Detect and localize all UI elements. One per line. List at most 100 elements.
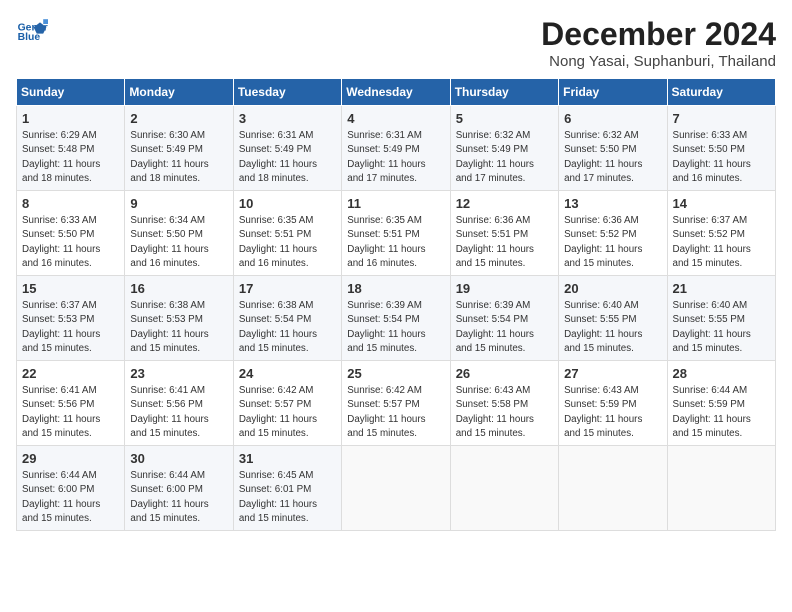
day-info: Sunrise: 6:32 AM Sunset: 5:50 PM Dayligh… <box>564 129 661 186</box>
day-info: Sunrise: 6:36 AM Sunset: 5:52 PM Dayligh… <box>564 214 661 271</box>
day-number: 14 <box>673 195 770 213</box>
calendar-week-row: 22Sunrise: 6:41 AM Sunset: 5:56 PM Dayli… <box>17 361 776 446</box>
calendar-cell: 25Sunrise: 6:42 AM Sunset: 5:57 PM Dayli… <box>342 361 450 446</box>
day-info: Sunrise: 6:40 AM Sunset: 5:55 PM Dayligh… <box>564 299 661 356</box>
calendar-cell <box>667 446 775 531</box>
calendar-week-row: 1Sunrise: 6:29 AM Sunset: 5:48 PM Daylig… <box>17 106 776 191</box>
calendar-cell: 1Sunrise: 6:29 AM Sunset: 5:48 PM Daylig… <box>17 106 125 191</box>
day-number: 21 <box>673 280 770 298</box>
day-info: Sunrise: 6:45 AM Sunset: 6:01 PM Dayligh… <box>239 469 336 526</box>
location-subtitle: Nong Yasai, Suphanburi, Thailand <box>541 53 776 70</box>
day-info: Sunrise: 6:42 AM Sunset: 5:57 PM Dayligh… <box>239 384 336 441</box>
day-number: 18 <box>347 280 444 298</box>
day-of-week-header: Friday <box>559 79 667 106</box>
day-of-week-header: Tuesday <box>233 79 341 106</box>
day-number: 17 <box>239 280 336 298</box>
calendar-cell: 21Sunrise: 6:40 AM Sunset: 5:55 PM Dayli… <box>667 276 775 361</box>
calendar-cell <box>342 446 450 531</box>
day-info: Sunrise: 6:37 AM Sunset: 5:52 PM Dayligh… <box>673 214 770 271</box>
calendar-header-row: SundayMondayTuesdayWednesdayThursdayFrid… <box>17 79 776 106</box>
day-info: Sunrise: 6:41 AM Sunset: 5:56 PM Dayligh… <box>130 384 227 441</box>
calendar-cell: 30Sunrise: 6:44 AM Sunset: 6:00 PM Dayli… <box>125 446 233 531</box>
calendar-cell: 4Sunrise: 6:31 AM Sunset: 5:49 PM Daylig… <box>342 106 450 191</box>
calendar-cell: 2Sunrise: 6:30 AM Sunset: 5:49 PM Daylig… <box>125 106 233 191</box>
day-of-week-header: Monday <box>125 79 233 106</box>
day-info: Sunrise: 6:41 AM Sunset: 5:56 PM Dayligh… <box>22 384 119 441</box>
calendar-cell: 26Sunrise: 6:43 AM Sunset: 5:58 PM Dayli… <box>450 361 558 446</box>
calendar-cell: 16Sunrise: 6:38 AM Sunset: 5:53 PM Dayli… <box>125 276 233 361</box>
day-number: 26 <box>456 365 553 383</box>
day-info: Sunrise: 6:44 AM Sunset: 6:00 PM Dayligh… <box>130 469 227 526</box>
svg-text:Blue: Blue <box>18 32 41 43</box>
day-number: 22 <box>22 365 119 383</box>
day-number: 28 <box>673 365 770 383</box>
day-info: Sunrise: 6:36 AM Sunset: 5:51 PM Dayligh… <box>456 214 553 271</box>
calendar-cell <box>450 446 558 531</box>
calendar-cell: 7Sunrise: 6:33 AM Sunset: 5:50 PM Daylig… <box>667 106 775 191</box>
calendar-cell: 14Sunrise: 6:37 AM Sunset: 5:52 PM Dayli… <box>667 191 775 276</box>
calendar-cell: 23Sunrise: 6:41 AM Sunset: 5:56 PM Dayli… <box>125 361 233 446</box>
day-info: Sunrise: 6:33 AM Sunset: 5:50 PM Dayligh… <box>22 214 119 271</box>
day-info: Sunrise: 6:35 AM Sunset: 5:51 PM Dayligh… <box>239 214 336 271</box>
day-number: 13 <box>564 195 661 213</box>
day-number: 19 <box>456 280 553 298</box>
calendar-cell: 27Sunrise: 6:43 AM Sunset: 5:59 PM Dayli… <box>559 361 667 446</box>
calendar-cell: 9Sunrise: 6:34 AM Sunset: 5:50 PM Daylig… <box>125 191 233 276</box>
day-number: 24 <box>239 365 336 383</box>
day-number: 2 <box>130 110 227 128</box>
day-info: Sunrise: 6:31 AM Sunset: 5:49 PM Dayligh… <box>347 129 444 186</box>
calendar-cell: 28Sunrise: 6:44 AM Sunset: 5:59 PM Dayli… <box>667 361 775 446</box>
calendar-week-row: 8Sunrise: 6:33 AM Sunset: 5:50 PM Daylig… <box>17 191 776 276</box>
title-block: December 2024 Nong Yasai, Suphanburi, Th… <box>541 16 776 70</box>
day-number: 5 <box>456 110 553 128</box>
day-number: 30 <box>130 450 227 468</box>
day-number: 10 <box>239 195 336 213</box>
day-info: Sunrise: 6:38 AM Sunset: 5:53 PM Dayligh… <box>130 299 227 356</box>
day-info: Sunrise: 6:39 AM Sunset: 5:54 PM Dayligh… <box>456 299 553 356</box>
calendar-cell: 20Sunrise: 6:40 AM Sunset: 5:55 PM Dayli… <box>559 276 667 361</box>
calendar-cell: 29Sunrise: 6:44 AM Sunset: 6:00 PM Dayli… <box>17 446 125 531</box>
day-info: Sunrise: 6:31 AM Sunset: 5:49 PM Dayligh… <box>239 129 336 186</box>
day-number: 31 <box>239 450 336 468</box>
day-number: 20 <box>564 280 661 298</box>
day-of-week-header: Wednesday <box>342 79 450 106</box>
day-info: Sunrise: 6:30 AM Sunset: 5:49 PM Dayligh… <box>130 129 227 186</box>
calendar-week-row: 29Sunrise: 6:44 AM Sunset: 6:00 PM Dayli… <box>17 446 776 531</box>
calendar-cell: 18Sunrise: 6:39 AM Sunset: 5:54 PM Dayli… <box>342 276 450 361</box>
calendar-cell: 11Sunrise: 6:35 AM Sunset: 5:51 PM Dayli… <box>342 191 450 276</box>
day-number: 29 <box>22 450 119 468</box>
day-info: Sunrise: 6:43 AM Sunset: 5:58 PM Dayligh… <box>456 384 553 441</box>
day-of-week-header: Saturday <box>667 79 775 106</box>
day-number: 25 <box>347 365 444 383</box>
day-info: Sunrise: 6:44 AM Sunset: 6:00 PM Dayligh… <box>22 469 119 526</box>
calendar-cell: 5Sunrise: 6:32 AM Sunset: 5:49 PM Daylig… <box>450 106 558 191</box>
day-info: Sunrise: 6:32 AM Sunset: 5:49 PM Dayligh… <box>456 129 553 186</box>
day-number: 4 <box>347 110 444 128</box>
day-number: 23 <box>130 365 227 383</box>
calendar-cell: 10Sunrise: 6:35 AM Sunset: 5:51 PM Dayli… <box>233 191 341 276</box>
day-info: Sunrise: 6:34 AM Sunset: 5:50 PM Dayligh… <box>130 214 227 271</box>
day-number: 3 <box>239 110 336 128</box>
calendar-table: SundayMondayTuesdayWednesdayThursdayFrid… <box>16 78 776 531</box>
month-title: December 2024 <box>541 16 776 53</box>
day-info: Sunrise: 6:33 AM Sunset: 5:50 PM Dayligh… <box>673 129 770 186</box>
day-number: 1 <box>22 110 119 128</box>
calendar-cell: 31Sunrise: 6:45 AM Sunset: 6:01 PM Dayli… <box>233 446 341 531</box>
day-of-week-header: Sunday <box>17 79 125 106</box>
logo-icon: General Blue <box>16 16 48 48</box>
day-number: 7 <box>673 110 770 128</box>
calendar-week-row: 15Sunrise: 6:37 AM Sunset: 5:53 PM Dayli… <box>17 276 776 361</box>
calendar-cell: 24Sunrise: 6:42 AM Sunset: 5:57 PM Dayli… <box>233 361 341 446</box>
day-info: Sunrise: 6:40 AM Sunset: 5:55 PM Dayligh… <box>673 299 770 356</box>
calendar-cell: 3Sunrise: 6:31 AM Sunset: 5:49 PM Daylig… <box>233 106 341 191</box>
calendar-cell: 17Sunrise: 6:38 AM Sunset: 5:54 PM Dayli… <box>233 276 341 361</box>
day-number: 16 <box>130 280 227 298</box>
page-header: General Blue December 2024 Nong Yasai, S… <box>16 16 776 70</box>
calendar-cell <box>559 446 667 531</box>
calendar-cell: 19Sunrise: 6:39 AM Sunset: 5:54 PM Dayli… <box>450 276 558 361</box>
day-number: 8 <box>22 195 119 213</box>
day-of-week-header: Thursday <box>450 79 558 106</box>
day-info: Sunrise: 6:37 AM Sunset: 5:53 PM Dayligh… <box>22 299 119 356</box>
day-number: 27 <box>564 365 661 383</box>
calendar-cell: 22Sunrise: 6:41 AM Sunset: 5:56 PM Dayli… <box>17 361 125 446</box>
